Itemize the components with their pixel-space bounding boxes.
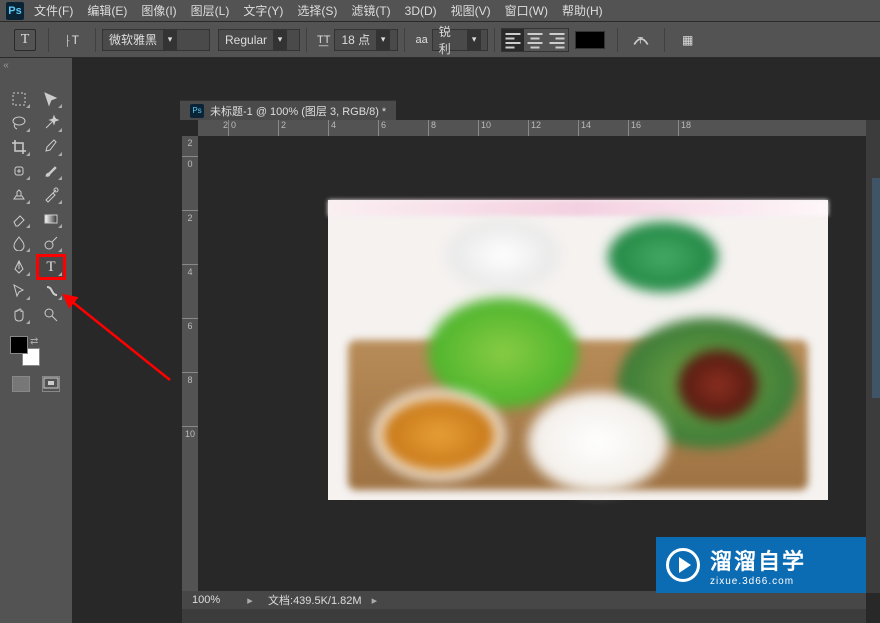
font-style-value: Regular bbox=[225, 33, 267, 47]
canvas-viewport[interactable] bbox=[198, 136, 866, 593]
antialias-dropdown[interactable]: 锐利 ▾ bbox=[432, 29, 488, 51]
font-size-value: 18 点 bbox=[341, 31, 370, 48]
screen-mode-button[interactable] bbox=[42, 376, 60, 392]
font-size-dropdown[interactable]: 18 点 ▾ bbox=[334, 29, 398, 51]
align-center-button[interactable] bbox=[524, 29, 546, 51]
antialias-icon: aa bbox=[415, 34, 427, 46]
separator bbox=[404, 28, 405, 52]
menu-view[interactable]: 视图(V) bbox=[451, 2, 491, 19]
separator bbox=[494, 28, 495, 52]
watermark-badge: 溜溜自学 zixue.3d66.com bbox=[656, 537, 866, 593]
lasso-tool[interactable] bbox=[6, 112, 32, 134]
document-tab[interactable]: Ps 未标题-1 @ 100% (图层 3, RGB/8) * bbox=[180, 100, 396, 120]
tool-preset-type-icon[interactable]: T bbox=[14, 29, 36, 51]
status-menu-icon[interactable]: ▸ bbox=[372, 594, 378, 607]
blur-tool[interactable] bbox=[6, 232, 32, 254]
document-area: Ps 未标题-1 @ 100% (图层 3, RGB/8) * 2 0 2 4 … bbox=[72, 58, 880, 623]
main-menu-bar: Ps 文件(F) 编辑(E) 图像(I) 图层(L) 文字(Y) 选择(S) 滤… bbox=[0, 0, 880, 22]
font-family-value: 微软雅黑 bbox=[109, 31, 157, 48]
magic-wand-tool[interactable] bbox=[38, 112, 64, 134]
dodge-tool[interactable] bbox=[38, 232, 64, 254]
font-style-dropdown[interactable]: Regular ▾ bbox=[218, 29, 300, 51]
menu-select[interactable]: 选择(S) bbox=[297, 2, 337, 19]
color-swatches[interactable]: ⇄ bbox=[0, 336, 72, 368]
pen-tool[interactable] bbox=[6, 256, 32, 278]
chevron-down-icon: ▾ bbox=[273, 30, 287, 50]
separator bbox=[95, 28, 96, 52]
chevron-down-icon: ▾ bbox=[467, 30, 480, 50]
panel-collapse-grip[interactable]: « bbox=[0, 58, 12, 72]
vertical-ruler[interactable]: 2 0 2 4 6 8 10 bbox=[182, 136, 198, 593]
move-tool[interactable] bbox=[38, 88, 64, 110]
standard-mode-button[interactable] bbox=[12, 376, 30, 392]
marquee-tool[interactable] bbox=[6, 88, 32, 110]
clone-stamp-tool[interactable] bbox=[6, 184, 32, 206]
status-doc-size: 439.5K/1.82M bbox=[293, 595, 362, 607]
warp-text-button[interactable]: T bbox=[630, 29, 652, 51]
app-logo-icon: Ps bbox=[6, 2, 24, 20]
path-selection-tool[interactable] bbox=[6, 280, 32, 302]
type-tool[interactable]: T bbox=[38, 256, 64, 278]
font-family-dropdown[interactable]: 微软雅黑 ▾ bbox=[102, 29, 210, 51]
canvas-image bbox=[328, 200, 828, 500]
history-brush-tool[interactable] bbox=[38, 184, 64, 206]
align-left-button[interactable] bbox=[502, 29, 524, 51]
hand-tool[interactable] bbox=[6, 304, 32, 326]
horizontal-scrollbar[interactable] bbox=[182, 609, 866, 623]
separator bbox=[48, 28, 49, 52]
separator bbox=[617, 28, 618, 52]
separator bbox=[664, 28, 665, 52]
healing-brush-tool[interactable] bbox=[6, 160, 32, 182]
menu-edit[interactable]: 编辑(E) bbox=[87, 2, 127, 19]
right-panel-dock[interactable] bbox=[872, 178, 880, 398]
menu-image[interactable]: 图像(I) bbox=[141, 2, 176, 19]
horizontal-ruler[interactable]: 2 0 2 4 6 8 10 12 14 16 18 bbox=[198, 120, 866, 136]
menu-filter[interactable]: 滤镜(T) bbox=[351, 2, 390, 19]
menu-layer[interactable]: 图层(L) bbox=[191, 2, 230, 19]
shape-tool[interactable] bbox=[38, 280, 64, 302]
menu-type[interactable]: 文字(Y) bbox=[243, 2, 283, 19]
swap-colors-icon[interactable]: ⇄ bbox=[30, 336, 38, 347]
eraser-tool[interactable] bbox=[6, 208, 32, 230]
document-tab-strip: Ps 未标题-1 @ 100% (图层 3, RGB/8) * bbox=[180, 100, 396, 120]
antialias-value: 锐利 bbox=[439, 23, 462, 57]
options-bar: T ⸠T 微软雅黑 ▾ Regular ▾ T͟T 18 点 ▾ aa 锐利 ▾… bbox=[0, 22, 880, 58]
align-right-button[interactable] bbox=[546, 29, 568, 51]
status-doc-label: 文档: bbox=[268, 595, 293, 607]
menu-3d[interactable]: 3D(D) bbox=[405, 4, 437, 18]
font-size-icon: T͟T bbox=[317, 34, 330, 46]
svg-text:T: T bbox=[637, 35, 643, 45]
eyedropper-tool[interactable] bbox=[38, 136, 64, 158]
play-icon bbox=[666, 548, 700, 582]
watermark-url: zixue.3d66.com bbox=[710, 576, 806, 587]
foreground-color-swatch[interactable] bbox=[10, 336, 28, 354]
gradient-tool[interactable] bbox=[38, 208, 64, 230]
brush-tool[interactable] bbox=[38, 160, 64, 182]
status-bar: 100% ▸ 文档:439.5K/1.82M ▸ bbox=[182, 591, 866, 609]
text-orientation-button[interactable]: ⸠T bbox=[61, 29, 83, 51]
zoom-level[interactable]: 100% bbox=[182, 594, 242, 606]
crop-tool[interactable] bbox=[6, 136, 32, 158]
separator bbox=[306, 28, 307, 52]
chevron-down-icon: ▾ bbox=[376, 30, 390, 50]
tools-panel: T ⇄ bbox=[0, 80, 72, 392]
menu-file[interactable]: 文件(F) bbox=[34, 2, 73, 19]
text-align-group bbox=[501, 28, 569, 52]
chevron-down-icon: ▾ bbox=[163, 30, 177, 50]
menu-help[interactable]: 帮助(H) bbox=[562, 2, 603, 19]
ps-file-icon: Ps bbox=[190, 104, 204, 118]
zoom-menu-icon[interactable]: ▸ bbox=[242, 594, 258, 607]
watermark-title: 溜溜自学 bbox=[710, 544, 806, 576]
text-color-swatch[interactable] bbox=[575, 31, 605, 49]
character-panel-button[interactable]: ▦ bbox=[677, 29, 699, 51]
menu-window[interactable]: 窗口(W) bbox=[505, 2, 548, 19]
document-tab-title: 未标题-1 @ 100% (图层 3, RGB/8) * bbox=[210, 103, 386, 119]
zoom-tool[interactable] bbox=[38, 304, 64, 326]
